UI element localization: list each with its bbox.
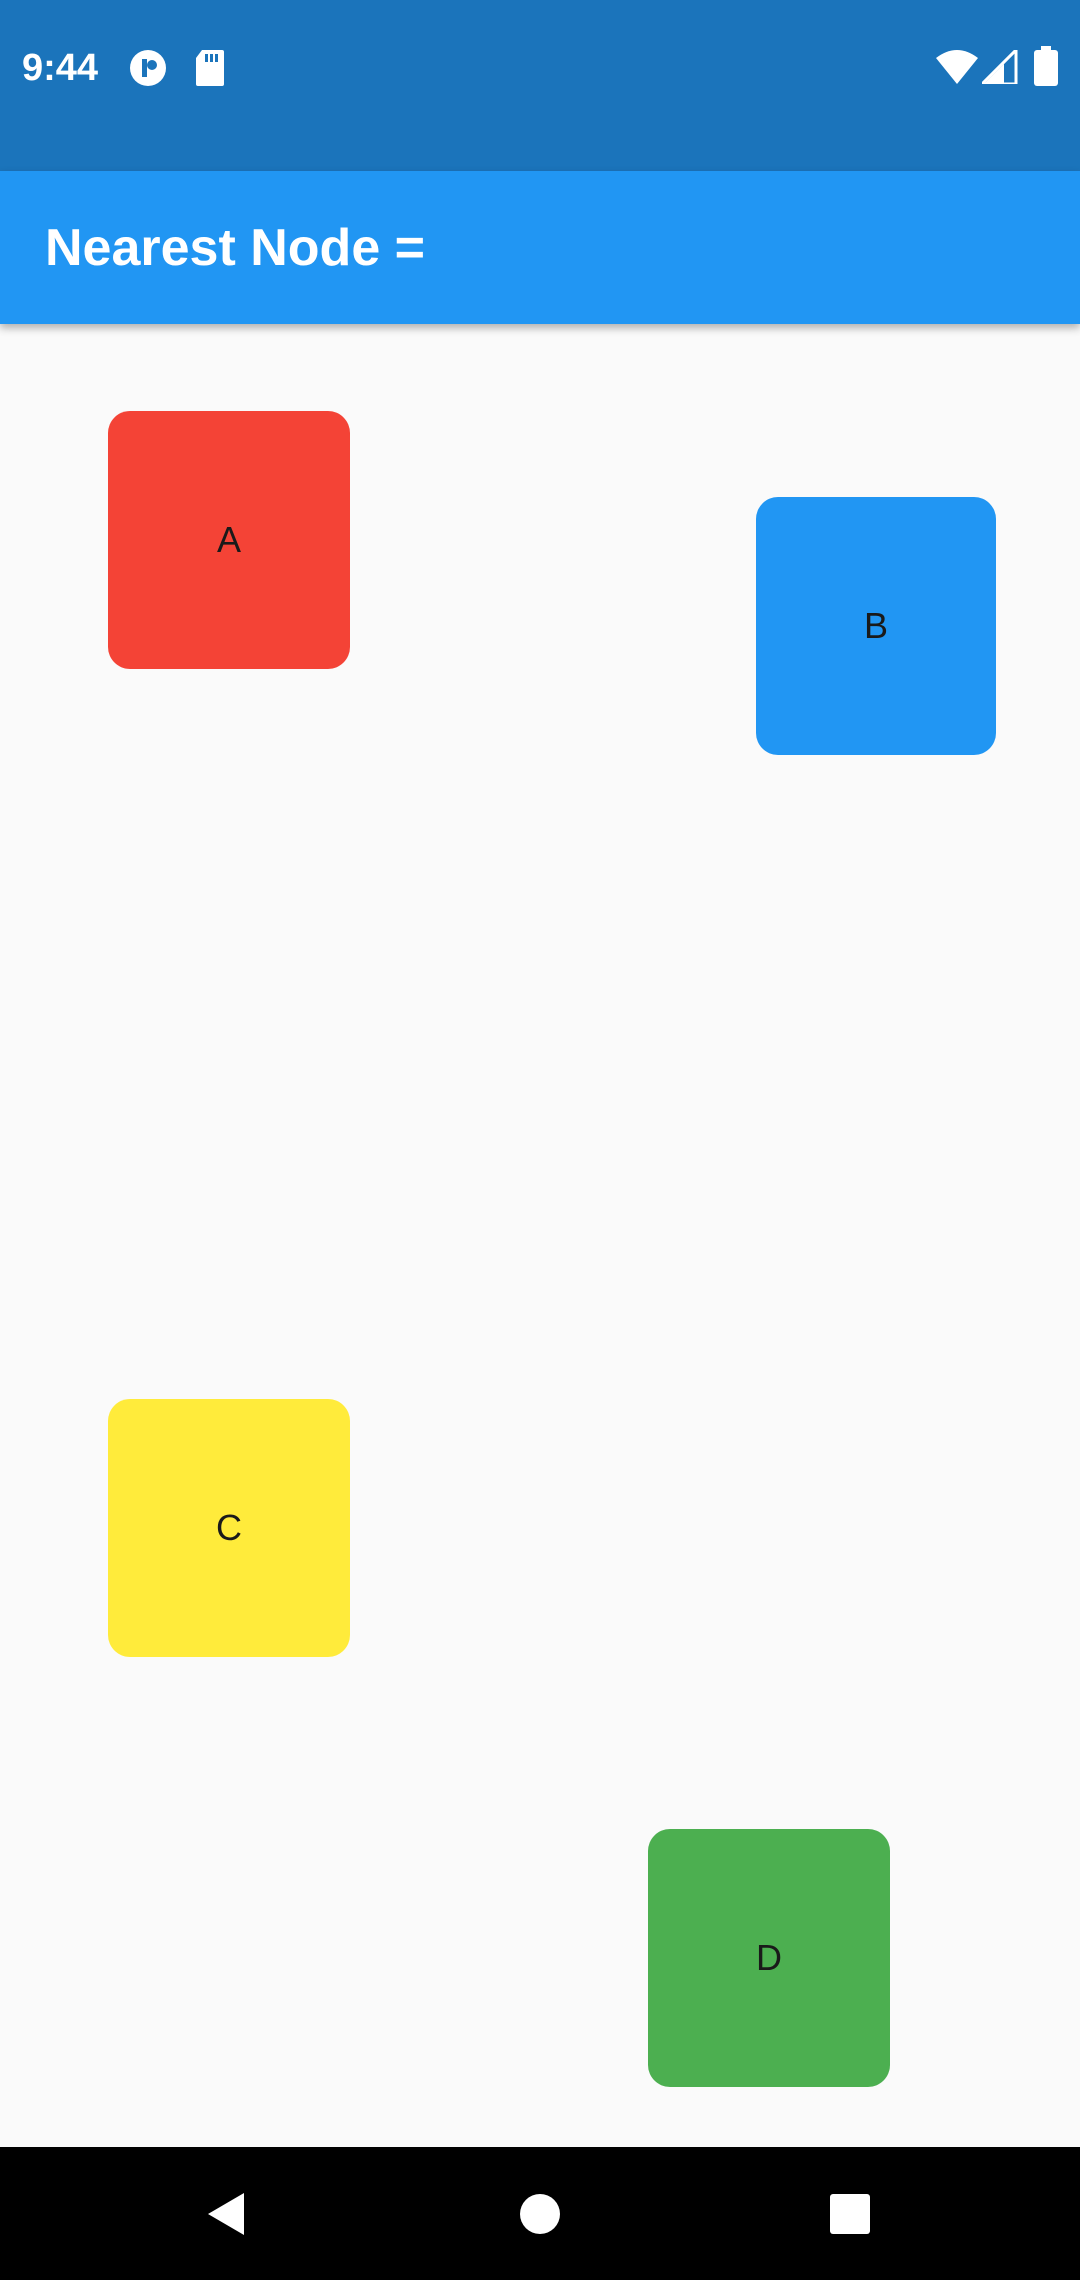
node-label: A	[216, 519, 241, 560]
home-icon[interactable]	[507, 2181, 573, 2247]
cell-signal-icon	[978, 46, 1018, 89]
node-canvas: A B C D	[0, 324, 1080, 2147]
node-a[interactable]: A	[108, 411, 350, 669]
back-icon[interactable]	[196, 2181, 262, 2247]
battery-icon	[1034, 46, 1058, 91]
node-c[interactable]: C	[108, 1399, 350, 1657]
app-notification-icon	[128, 48, 168, 93]
app-bar: Nearest Node =	[0, 171, 1080, 324]
node-label: D	[756, 1937, 782, 1978]
node-b[interactable]: B	[756, 497, 996, 755]
app-title: Nearest Node =	[45, 219, 426, 277]
node-d[interactable]: D	[648, 1829, 890, 2087]
node-label: B	[863, 605, 888, 646]
node-label: C	[216, 1507, 242, 1548]
status-time: 9:44	[22, 47, 99, 89]
navigation-bar	[0, 2147, 1080, 2280]
wifi-icon	[936, 50, 978, 89]
status-bar: 9:44	[0, 0, 1080, 171]
sd-card-icon	[194, 48, 226, 93]
recents-icon[interactable]	[817, 2181, 883, 2247]
